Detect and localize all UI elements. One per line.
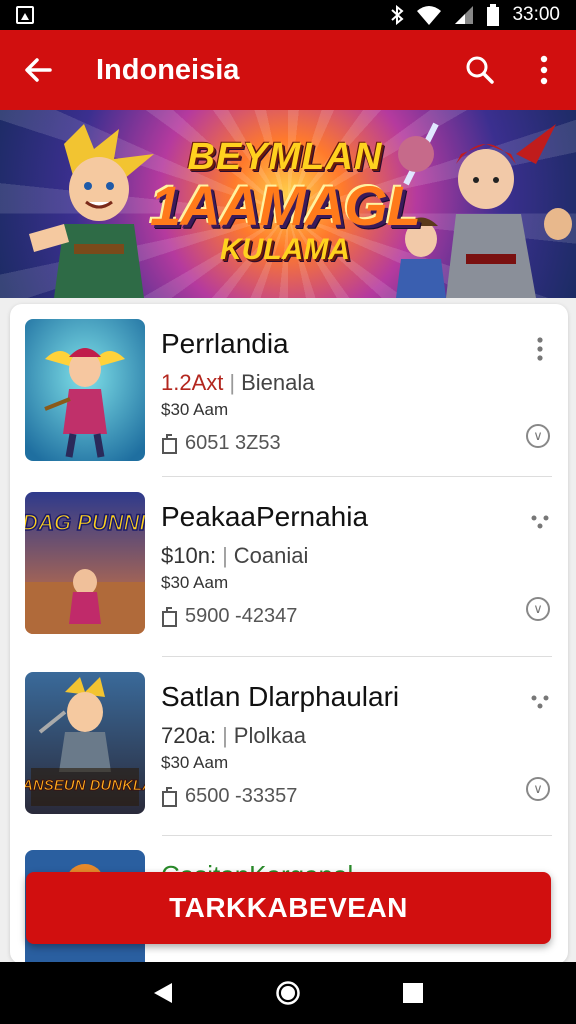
nav-recents-button[interactable] <box>393 973 433 1013</box>
signal-icon <box>455 6 474 24</box>
app-category: Coaniai <box>233 543 309 568</box>
more-vert-icon <box>540 55 548 85</box>
info-icon[interactable]: ∨ <box>526 597 550 621</box>
item-menu-button[interactable] <box>528 334 552 364</box>
app-meta: 1.2Axt | Bienala <box>161 370 315 395</box>
app-price: 720a: <box>161 723 217 748</box>
primary-action-button[interactable]: TARKKABEVEAN <box>26 872 551 944</box>
promo-banner[interactable]: BEYMLAN 1AAMAGL KULAMA <box>0 110 576 298</box>
navigation-bar <box>0 962 576 1024</box>
app-stats: 6051 3Z53 <box>161 432 281 455</box>
square-recents-icon <box>403 983 424 1003</box>
app-stats: 5900 -42347 <box>161 605 297 628</box>
more-vert-icon <box>537 337 543 361</box>
app-price: 1.2Axt <box>161 370 224 395</box>
download-icon <box>162 606 177 627</box>
list-item[interactable]: SADAG PUNNIOU PeakaaPernahia $10n:|Coani… <box>10 477 568 649</box>
triangle-back-icon <box>153 983 172 1003</box>
info-icon[interactable]: ∨ <box>526 424 550 448</box>
search-button[interactable] <box>448 30 512 110</box>
page-title: Indoneisia <box>96 53 240 86</box>
svg-text:PEANSEUN DUNKLAIN: PEANSEUN DUNKLAIN <box>25 777 145 794</box>
overflow-menu-button[interactable] <box>512 30 576 110</box>
app-name: Satlan Dlarphaulari <box>161 681 400 712</box>
arrow-back-icon <box>25 58 52 82</box>
item-menu-button[interactable] <box>528 507 552 537</box>
download-icon <box>162 786 177 807</box>
banner-logo: BEYMLAN 1AAMAGL KULAMA <box>150 136 421 266</box>
search-icon <box>466 56 494 84</box>
app-time: $30 Aam <box>161 400 229 419</box>
nav-home-button[interactable] <box>268 973 308 1013</box>
app-time: $30 Aam <box>161 753 229 772</box>
app-category: Plolkaa <box>233 723 306 748</box>
item-menu-button[interactable] <box>528 687 552 717</box>
dots-icon <box>531 515 549 529</box>
circle-home-icon <box>276 981 300 1005</box>
app-name: PeakaaPernahia <box>161 501 369 532</box>
app-meta: 720a: | Plolkaa <box>161 723 306 748</box>
app-bar: Indoneisia <box>0 30 576 110</box>
app-thumbnail: PEANSEUN DUNKLAIN <box>25 672 145 814</box>
list-item[interactable]: Perrlandia 1.2Axt | Bienala $30 Aam 6051 3… <box>10 304 568 476</box>
app-price: $10n: <box>161 543 217 568</box>
app-name: Perrlandia <box>161 328 289 359</box>
back-button[interactable] <box>0 30 76 110</box>
app-thumbnail: SADAG PUNNIOU <box>25 492 145 634</box>
svg-text:SADAG PUNNIOU: SADAG PUNNIOU <box>25 510 145 535</box>
bluetooth-icon <box>391 5 404 25</box>
app-thumbnail <box>25 319 145 461</box>
dots-icon <box>531 695 549 709</box>
list-item[interactable]: PEANSEUN DUNKLAIN Satlan Dlarphaulari 72… <box>10 657 568 829</box>
app-stats: 6500 -33357 <box>161 785 297 808</box>
notification-icon <box>16 6 34 24</box>
app-meta: $10n: | Coaniai <box>161 543 309 568</box>
info-icon[interactable]: ∨ <box>526 777 550 801</box>
app-category: Bienala <box>241 370 315 395</box>
app-time: $30 Aam <box>161 573 229 592</box>
divider <box>162 835 552 836</box>
clock: 33:00 <box>512 4 560 25</box>
battery-icon <box>487 4 500 26</box>
status-bar: 33:00 <box>0 0 576 30</box>
download-icon <box>162 433 177 454</box>
nav-back-button[interactable] <box>143 973 183 1013</box>
app-list: Perrlandia 1.2Axt | Bienala $30 Aam 6051 3… <box>10 304 568 964</box>
wifi-icon <box>417 6 442 25</box>
